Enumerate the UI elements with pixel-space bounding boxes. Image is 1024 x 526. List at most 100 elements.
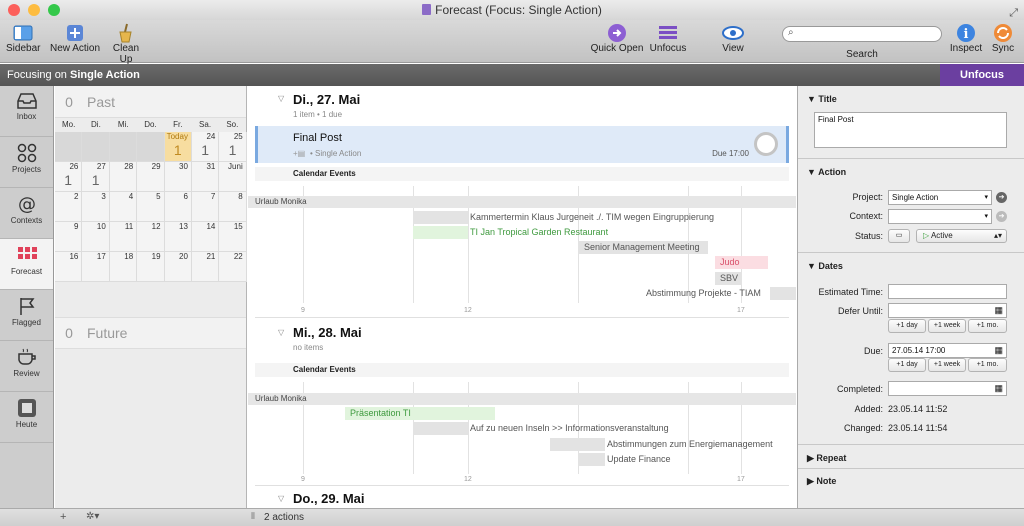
calendar-day-cell[interactable]: 27 1 xyxy=(82,162,110,192)
calendar-day-cell[interactable]: 15 xyxy=(219,222,247,252)
calendar-day-cell[interactable]: Juni xyxy=(219,162,247,192)
calendar-icon[interactable]: ▦ xyxy=(994,344,1003,357)
title-section-header[interactable]: ▼ Title xyxy=(807,94,837,104)
sidebar-item-contexts[interactable]: @ Contexts xyxy=(0,188,53,239)
calendar-day-cell[interactable]: 31 xyxy=(191,162,220,192)
unfocus-toolbar-button[interactable]: Unfocus xyxy=(648,23,688,54)
event-bar[interactable] xyxy=(413,422,468,435)
future-row[interactable]: 0 Future xyxy=(55,317,246,349)
resize-handle-icon[interactable]: ⦀ xyxy=(251,511,255,522)
calendar-day-cell[interactable] xyxy=(137,132,165,162)
close-window-button[interactable] xyxy=(8,4,20,16)
event-bar[interactable] xyxy=(578,453,605,466)
zoom-window-button[interactable] xyxy=(48,4,60,16)
due-plus-day-button[interactable]: +1 day xyxy=(888,358,926,372)
calendar-day-cell[interactable]: 29 xyxy=(137,162,165,192)
calendar-day-cell[interactable]: 25 1 xyxy=(219,132,247,162)
sidebar-item-review[interactable]: Review xyxy=(0,341,53,392)
calendar-day-cell[interactable]: 6 xyxy=(164,192,192,222)
sidebar-button[interactable]: Sidebar xyxy=(6,23,40,54)
calendar-event[interactable]: Senior Management Meeting xyxy=(584,241,700,254)
task-row[interactable]: Final Post +▤ • Single Action Due 17:00 xyxy=(255,126,789,163)
due-plus-month-button[interactable]: +1 mo. xyxy=(968,358,1007,372)
all-day-event[interactable]: Urlaub Monika xyxy=(248,393,796,405)
task-title[interactable]: Final Post xyxy=(293,132,342,144)
calendar-event[interactable]: Abstimmung Projekte - TIAM xyxy=(646,287,761,300)
folder-button[interactable]: ▭ xyxy=(888,229,910,243)
completion-checkbox[interactable] xyxy=(754,132,778,156)
due-field[interactable]: 27.05.14 17:00 ▦ xyxy=(888,343,1007,358)
calendar-day-cell[interactable]: 14 xyxy=(191,222,220,252)
project-select[interactable]: Single Action ▾ xyxy=(888,190,992,205)
due-plus-week-button[interactable]: +1 week xyxy=(928,358,966,372)
view-button[interactable]: View xyxy=(718,23,748,54)
calendar-day-cell[interactable]: 24 1 xyxy=(191,132,220,162)
calendar-event[interactable]: Kammertermin Klaus Jurgeneit ./. TIM weg… xyxy=(470,211,714,224)
event-bar[interactable] xyxy=(413,211,468,224)
calendar-day-cell[interactable]: 17 xyxy=(82,252,110,282)
calendar-icon[interactable]: ▦ xyxy=(994,382,1003,395)
calendar-day-cell[interactable]: 20 xyxy=(164,252,192,282)
defer-plus-day-button[interactable]: +1 day xyxy=(888,319,926,333)
clean-up-button[interactable]: Clean Up xyxy=(106,23,146,65)
add-icon[interactable]: + xyxy=(60,511,66,523)
event-bar[interactable] xyxy=(550,438,605,451)
calendar-day-cell[interactable]: 26 1 xyxy=(55,162,83,192)
search-input[interactable]: ⌕ xyxy=(782,26,942,42)
calendar-day-cell[interactable] xyxy=(109,132,138,162)
sidebar-item-forecast[interactable]: Forecast xyxy=(0,239,53,290)
calendar-day-cell[interactable]: 12 xyxy=(137,222,165,252)
calendar-event[interactable]: SBV xyxy=(720,272,738,285)
note-section-header[interactable]: ▶ Note xyxy=(807,476,836,487)
event-bar[interactable] xyxy=(413,226,468,239)
calendar-day-cell[interactable]: 9 xyxy=(55,222,83,252)
calendar-day-cell[interactable]: 21 xyxy=(191,252,220,282)
disclosure-triangle-icon[interactable]: ▽ xyxy=(278,494,284,503)
action-section-header[interactable]: ▼ Action xyxy=(807,167,846,177)
repeat-section-header[interactable]: ▶ Repeat xyxy=(807,453,846,464)
calendar-day-cell[interactable]: 8 xyxy=(219,192,247,222)
defer-plus-month-button[interactable]: +1 mo. xyxy=(968,319,1007,333)
estimated-time-field[interactable] xyxy=(888,284,1007,299)
sidebar-item-projects[interactable]: Projects xyxy=(0,137,53,188)
calendar-day-cell[interactable]: 3 xyxy=(82,192,110,222)
calendar-day-cell[interactable]: 11 xyxy=(109,222,138,252)
event-bar[interactable] xyxy=(770,287,796,300)
go-to-project-icon[interactable]: ➔ xyxy=(996,192,1007,203)
disclosure-triangle-icon[interactable]: ▽ xyxy=(278,328,284,337)
calendar-day-cell[interactable]: 16 xyxy=(55,252,83,282)
calendar-event[interactable]: Judo xyxy=(720,256,740,269)
calendar-day-cell[interactable]: 30 xyxy=(164,162,192,192)
calendar-day-cell[interactable] xyxy=(55,132,83,162)
new-action-button[interactable]: New Action xyxy=(48,23,102,54)
calendar-day-cell[interactable]: 22 xyxy=(219,252,247,282)
context-select[interactable]: ▾ xyxy=(888,209,992,224)
calendar-day-cell[interactable]: 19 xyxy=(137,252,165,282)
completed-field[interactable]: ▦ xyxy=(888,381,1007,396)
calendar-event[interactable]: Abstimmungen zum Energiemanagement xyxy=(607,438,773,451)
all-day-event[interactable]: Urlaub Monika xyxy=(248,196,796,208)
disclosure-triangle-icon[interactable]: ▽ xyxy=(278,94,284,103)
unfocus-button[interactable]: Unfocus xyxy=(940,64,1024,86)
minimize-window-button[interactable] xyxy=(28,4,40,16)
go-to-context-icon[interactable]: ➔ xyxy=(996,211,1007,222)
dates-section-header[interactable]: ▼ Dates xyxy=(807,261,843,271)
sidebar-item-flagged[interactable]: Flagged xyxy=(0,290,53,341)
inspect-button[interactable]: i Inspect xyxy=(948,23,984,54)
calendar-day-cell[interactable]: Today 1 xyxy=(164,132,192,162)
calendar-day-cell[interactable] xyxy=(82,132,110,162)
calendar-day-cell[interactable]: 28 xyxy=(109,162,138,192)
quick-open-button[interactable]: Quick Open xyxy=(590,23,644,54)
calendar-day-cell[interactable]: 18 xyxy=(109,252,138,282)
status-select[interactable]: ▷ Active ▴▾ xyxy=(916,229,1007,243)
calendar-event[interactable]: TI Jan Tropical Garden Restaurant xyxy=(470,226,608,239)
defer-plus-week-button[interactable]: +1 week xyxy=(928,319,966,333)
sidebar-item-inbox[interactable]: Inbox xyxy=(0,86,53,137)
title-field[interactable]: Final Post xyxy=(814,112,1007,148)
calendar-day-cell[interactable]: 2 xyxy=(55,192,83,222)
calendar-event[interactable]: Auf zu neuen Inseln >> Informationsveran… xyxy=(470,422,669,435)
calendar-day-cell[interactable]: 4 xyxy=(109,192,138,222)
calendar-icon[interactable]: ▦ xyxy=(994,304,1003,317)
calendar-day-cell[interactable]: 5 xyxy=(137,192,165,222)
calendar-event[interactable]: Update Finance xyxy=(607,453,671,466)
